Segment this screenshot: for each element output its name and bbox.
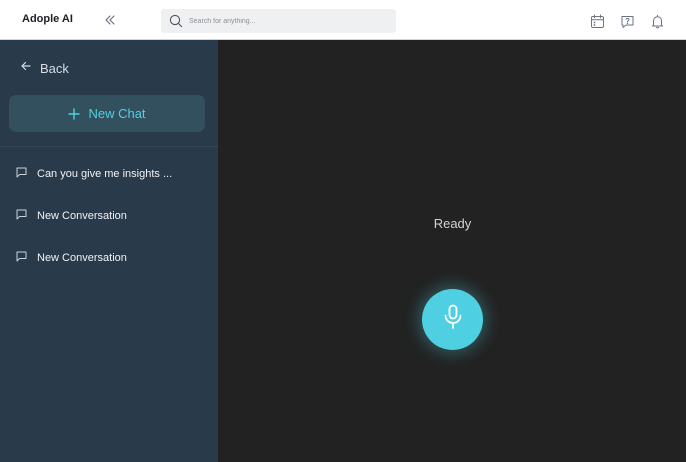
search-icon (169, 14, 183, 28)
search-input[interactable] (189, 12, 389, 30)
search-bar (161, 9, 396, 33)
conversation-label: New Conversation (37, 252, 127, 264)
status-text: Ready (433, 216, 472, 231)
microphone-icon (442, 304, 464, 335)
conversation-item[interactable]: New Conversation (16, 206, 206, 226)
sidebar: Back New Chat Can you give me insights .… (0, 40, 218, 462)
conversation-label: New Conversation (37, 210, 127, 222)
back-label: Back (40, 60, 69, 76)
chevrons-left-icon[interactable] (103, 13, 117, 27)
new-chat-label: New Chat (88, 106, 146, 121)
sidebar-divider (0, 146, 218, 147)
conversation-label: Can you give me insights ... (37, 168, 173, 180)
arrow-left-icon (20, 59, 32, 77)
conversation-item[interactable]: New Conversation (16, 248, 206, 268)
plus-icon (68, 105, 81, 123)
calendar-icon[interactable] (590, 14, 605, 29)
voice-panel: Ready (218, 40, 686, 462)
microphone-button[interactable] (422, 289, 483, 350)
chat-bubble-icon (16, 165, 27, 183)
top-bar: Adople AI (0, 0, 686, 40)
bell-icon[interactable] (650, 14, 665, 29)
back-button[interactable]: Back (20, 59, 69, 77)
chat-bubble-icon (16, 207, 27, 225)
help-icon[interactable] (620, 14, 635, 29)
conversation-item[interactable]: Can you give me insights ... (16, 164, 206, 184)
new-chat-button[interactable]: New Chat (9, 95, 205, 132)
chat-bubble-icon (16, 249, 27, 267)
app-title: Adople AI (22, 13, 73, 25)
